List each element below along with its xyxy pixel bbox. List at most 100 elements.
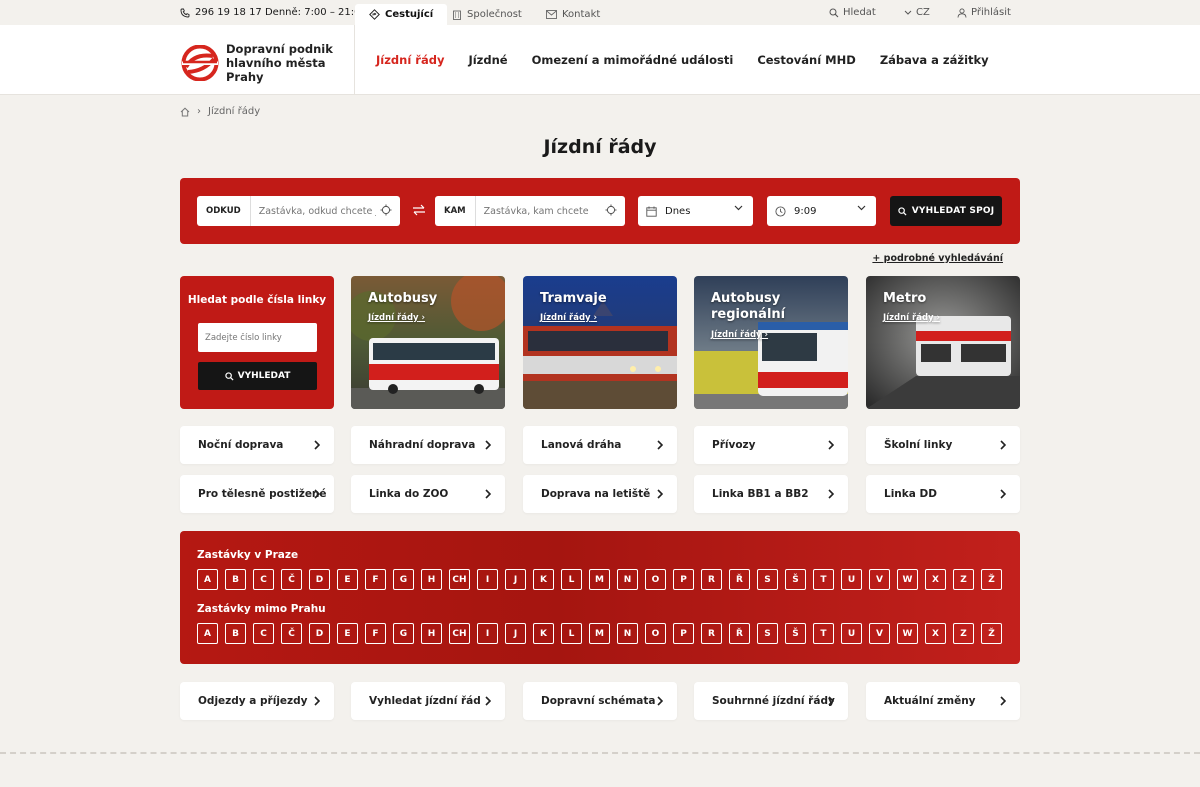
tile-linka-dd[interactable]: Linka DD: [866, 475, 1020, 513]
letter-button[interactable]: A: [197, 623, 218, 644]
letter-button[interactable]: I: [477, 623, 498, 644]
letter-button[interactable]: CH: [449, 623, 470, 644]
swap-icon[interactable]: [412, 204, 426, 219]
advanced-search-link[interactable]: + podrobné vyhledávání: [872, 253, 1003, 264]
letter-button[interactable]: D: [309, 569, 330, 590]
letter-button[interactable]: G: [393, 569, 414, 590]
tile-doprava-na-letiste[interactable]: Doprava na letiště: [523, 475, 677, 513]
locate-icon[interactable]: [380, 204, 392, 216]
letter-button[interactable]: N: [617, 623, 638, 644]
tile-lanova-draha[interactable]: Lanová dráha: [523, 426, 677, 464]
transport-link[interactable]: Jízdní řády ›: [540, 313, 597, 323]
letter-button[interactable]: S: [757, 623, 778, 644]
line-search-button[interactable]: VYHLEDAT: [198, 362, 317, 390]
card-autobusy[interactable]: Autobusy Jízdní řády ›: [351, 276, 505, 409]
card-metro[interactable]: Metro Jízdní řády ›: [866, 276, 1020, 409]
letter-button[interactable]: F: [365, 623, 386, 644]
letter-button[interactable]: C: [253, 569, 274, 590]
transport-link[interactable]: Jízdní řády ›: [883, 313, 940, 323]
tile-linka-bb1-bb2[interactable]: Linka BB1 a BB2: [694, 475, 848, 513]
tile-nocni-doprava[interactable]: Noční doprava: [180, 426, 334, 464]
letter-button[interactable]: Ž: [981, 623, 1002, 644]
letter-button[interactable]: W: [897, 623, 918, 644]
nav-jizdne[interactable]: Jízdné: [468, 53, 507, 67]
letter-button[interactable]: N: [617, 569, 638, 590]
phone-contact[interactable]: 296 19 18 17 Denně: 7:00 – 21:00: [180, 7, 367, 18]
tile-aktualni-zmeny[interactable]: Aktuální změny: [866, 682, 1020, 720]
login-link[interactable]: Přihlásit: [957, 7, 1011, 18]
tile-vyhledat-jizdni-rad[interactable]: Vyhledat jízdní řád: [351, 682, 505, 720]
letter-button[interactable]: V: [869, 569, 890, 590]
tab-spolecnost[interactable]: Společnost: [438, 4, 536, 25]
letter-button[interactable]: I: [477, 569, 498, 590]
letter-button[interactable]: X: [925, 623, 946, 644]
letter-button[interactable]: F: [365, 569, 386, 590]
tile-skolni-linky[interactable]: Školní linky: [866, 426, 1020, 464]
letter-button[interactable]: Ž: [981, 569, 1002, 590]
letter-button[interactable]: L: [561, 623, 582, 644]
to-field[interactable]: KAM: [435, 196, 625, 226]
locate-icon[interactable]: [605, 204, 617, 216]
letter-button[interactable]: B: [225, 569, 246, 590]
letter-button[interactable]: Ř: [729, 623, 750, 644]
letter-button[interactable]: CH: [449, 569, 470, 590]
letter-button[interactable]: X: [925, 569, 946, 590]
language-switch[interactable]: CZ: [904, 7, 930, 18]
tile-pro-telesne-postizene[interactable]: Pro tělesně postižené: [180, 475, 334, 513]
letter-button[interactable]: H: [421, 623, 442, 644]
nav-jizdni-rady[interactable]: Jízdní řády: [376, 53, 444, 67]
letter-button[interactable]: J: [505, 623, 526, 644]
letter-button[interactable]: Š: [785, 569, 806, 590]
card-autobusy-regionalni[interactable]: Autobusy regionální Jízdní řády ›: [694, 276, 848, 409]
letter-button[interactable]: E: [337, 623, 358, 644]
nav-zabava[interactable]: Zábava a zážitky: [880, 53, 989, 67]
letter-button[interactable]: R: [701, 623, 722, 644]
letter-button[interactable]: K: [533, 569, 554, 590]
search-link[interactable]: Hledat: [829, 7, 876, 18]
letter-button[interactable]: H: [421, 569, 442, 590]
tab-kontakt[interactable]: Kontakt: [532, 4, 614, 25]
letter-button[interactable]: Č: [281, 569, 302, 590]
letter-button[interactable]: S: [757, 569, 778, 590]
search-connection-button[interactable]: VYHLEDAT SPOJ: [890, 196, 1002, 226]
line-number-input[interactable]: [198, 323, 317, 352]
letter-button[interactable]: R: [701, 569, 722, 590]
date-select[interactable]: Dnes: [638, 196, 753, 226]
letter-button[interactable]: T: [813, 623, 834, 644]
transport-link[interactable]: Jízdní řády ›: [711, 330, 768, 340]
tile-linka-do-zoo[interactable]: Linka do ZOO: [351, 475, 505, 513]
tile-dopravni-schemata[interactable]: Dopravní schémata: [523, 682, 677, 720]
transport-link[interactable]: Jízdní řády ›: [368, 313, 425, 323]
from-field[interactable]: ODKUD: [197, 196, 400, 226]
letter-button[interactable]: Ř: [729, 569, 750, 590]
letter-button[interactable]: E: [337, 569, 358, 590]
letter-button[interactable]: W: [897, 569, 918, 590]
tile-privozy[interactable]: Přívozy: [694, 426, 848, 464]
letter-button[interactable]: C: [253, 623, 274, 644]
letter-button[interactable]: U: [841, 623, 862, 644]
letter-button[interactable]: D: [309, 623, 330, 644]
letter-button[interactable]: M: [589, 569, 610, 590]
time-select[interactable]: 9:09: [767, 196, 876, 226]
letter-button[interactable]: Š: [785, 623, 806, 644]
letter-button[interactable]: U: [841, 569, 862, 590]
tile-souhrnne-jizdni-rady[interactable]: Souhrnné jízdní řády: [694, 682, 848, 720]
letter-button[interactable]: M: [589, 623, 610, 644]
letter-button[interactable]: B: [225, 623, 246, 644]
letter-button[interactable]: P: [673, 623, 694, 644]
nav-cestovani-mhd[interactable]: Cestování MHD: [757, 53, 856, 67]
from-input[interactable]: [250, 205, 376, 217]
letter-button[interactable]: K: [533, 623, 554, 644]
letter-button[interactable]: O: [645, 569, 666, 590]
letter-button[interactable]: Z: [953, 569, 974, 590]
letter-button[interactable]: V: [869, 623, 890, 644]
tab-cestujici[interactable]: Cestující: [355, 4, 448, 25]
letter-button[interactable]: L: [561, 569, 582, 590]
letter-button[interactable]: Č: [281, 623, 302, 644]
card-tramvaje[interactable]: Tramvaje Jízdní řády ›: [523, 276, 677, 409]
letter-button[interactable]: T: [813, 569, 834, 590]
letter-button[interactable]: P: [673, 569, 694, 590]
tile-nahradni-doprava[interactable]: Náhradní doprava: [351, 426, 505, 464]
letter-button[interactable]: A: [197, 569, 218, 590]
logo[interactable]: Dopravní podnik hlavního města Prahy: [180, 42, 356, 84]
